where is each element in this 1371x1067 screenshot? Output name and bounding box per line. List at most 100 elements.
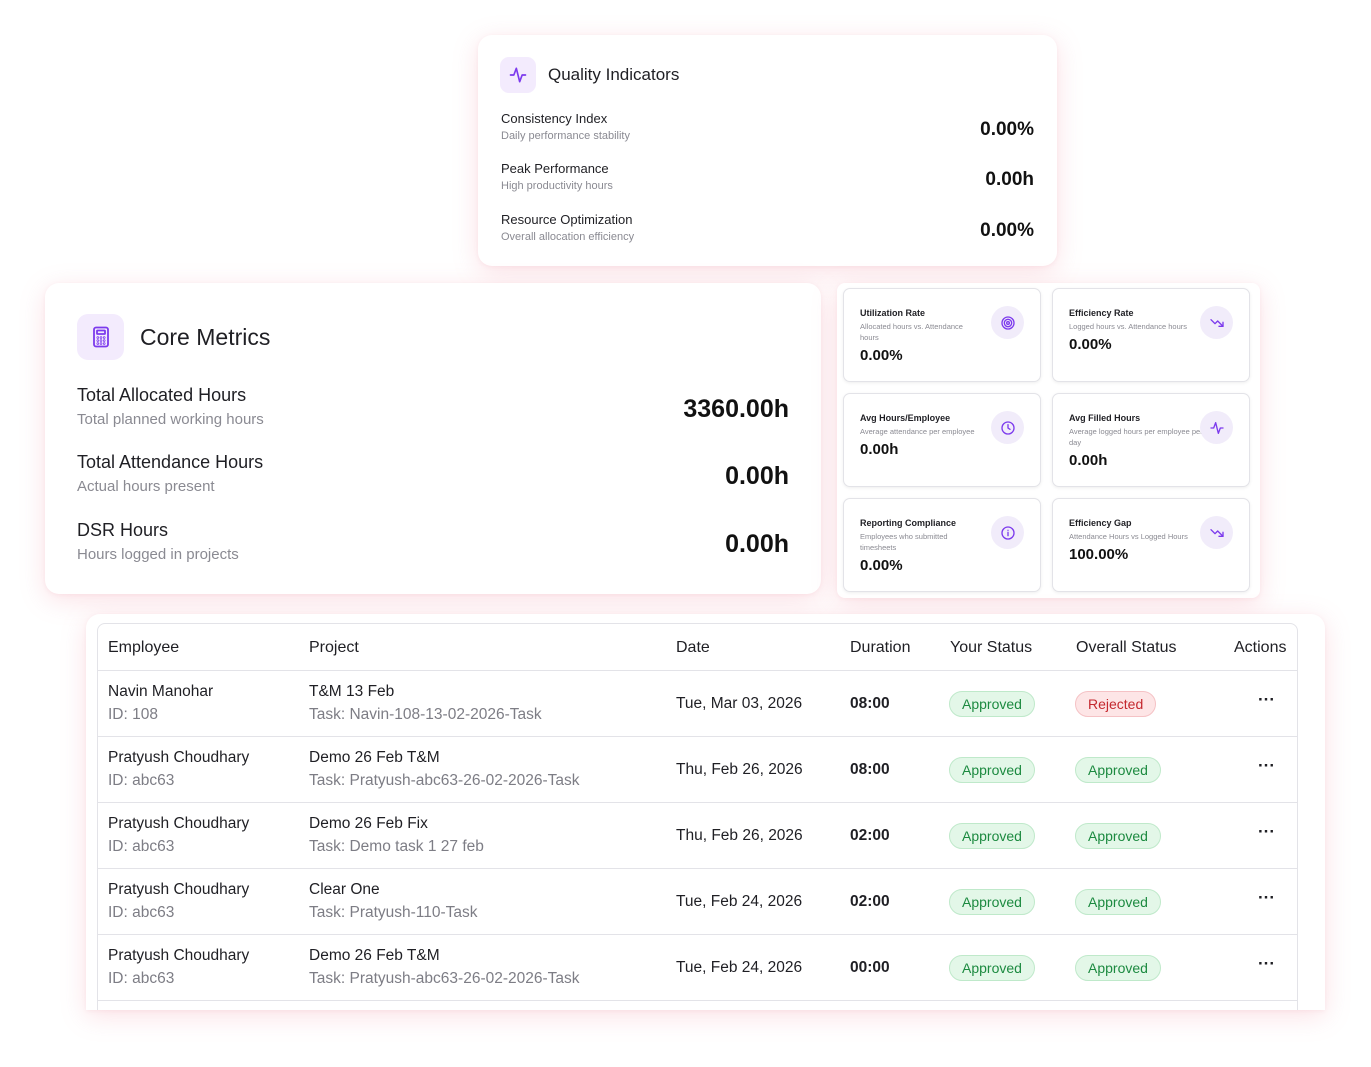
metric-name: Consistency Index (501, 111, 608, 126)
employee-name: Pratyush Choudhary (108, 947, 250, 964)
metric-value: 0.00h (725, 462, 789, 490)
date-cell: Thu, Feb 26, 2026 (676, 761, 803, 778)
quality-indicators-card: Quality Indicators Consistency Index Dai… (478, 35, 1057, 266)
column-header-date[interactable]: Date (676, 639, 710, 657)
your-status-badge: Approved (949, 889, 1035, 915)
metric-desc: Total planned working hours (77, 411, 264, 428)
project-name: Demo 26 Feb T&M (309, 749, 440, 766)
employee-cell: Pratyush Choudhary ID: abc63 (108, 881, 249, 922)
tile-value: 0.00h (860, 441, 899, 458)
table-row[interactable]: Pratyush Choudhary ID: abc63 Demo 26 Feb… (98, 737, 1297, 803)
project-name: Demo 26 Feb Fix (309, 815, 428, 832)
employee-name: Navin Manohar (108, 683, 214, 700)
tile-desc: Average attendance per employee (860, 427, 975, 436)
metric-desc: Daily performance stability (501, 130, 630, 142)
employee-cell: Pratyush Choudhary ID: abc63 (108, 749, 249, 790)
tile-desc: Allocated hours vs. Attendance hours (860, 322, 963, 342)
metric-desc: High productivity hours (501, 180, 613, 192)
metric-name: Total Attendance Hours (77, 452, 264, 472)
tile-desc: Attendance Hours vs Logged Hours (1069, 532, 1188, 541)
project-task: Task: Pratyush-abc63-26-02-2026-Task (309, 772, 580, 789)
metric-desc: Overall allocation efficiency (501, 231, 635, 243)
your-status-badge: Approved (949, 955, 1035, 981)
overall-status-badge: Rejected (1075, 691, 1157, 717)
employee-cell: Pratyush Choudhary ID: abc63 (108, 815, 249, 856)
metric-value: 0.00% (980, 220, 1034, 241)
project-cell: Clear One Task: Pratyush-110-Task (309, 881, 478, 922)
employee-id: ID: abc63 (108, 772, 175, 789)
trending-down-icon (1200, 306, 1233, 339)
project-task: Task: Demo task 1 27 feb (309, 838, 484, 855)
duration-cell: 02:00 (850, 827, 890, 844)
timesheet-table: Employee Project Date Duration Your Stat… (97, 623, 1298, 1010)
clock-icon (991, 411, 1024, 444)
your-status-badge: Approved (949, 691, 1035, 717)
table-row[interactable]: Pratyush Choudhary ID: abc63 Demo 26 Feb… (98, 803, 1297, 869)
column-header-overall-status[interactable]: Overall Status (1076, 639, 1176, 657)
metric-value: 0.00% (980, 119, 1034, 140)
activity-icon (1200, 411, 1233, 444)
table-row[interactable]: Pratyush Choudhary ID: abc63 Clear One T… (98, 869, 1297, 935)
core-row-attendance: Total Attendance Hours Actual hours pres… (77, 452, 789, 500)
column-header-duration[interactable]: Duration (850, 639, 910, 657)
tile-value: 100.00% (1069, 546, 1129, 563)
metric-value: 3360.00h (683, 395, 789, 423)
core-metrics-card: Core Metrics Total Allocated Hours Total… (45, 283, 821, 594)
overall-status-badge: Approved (1075, 889, 1161, 915)
column-header-employee[interactable]: Employee (108, 639, 179, 657)
table-row[interactable]: Navin Manohar ID: 108 T&M 13 Feb Task: N… (98, 671, 1297, 737)
tile-utilization-rate: Utilization Rate Allocated hours vs. Att… (843, 288, 1041, 382)
tile-value: 0.00% (1069, 336, 1112, 353)
tile-value: 0.00% (860, 347, 903, 364)
timesheet-table-card: Employee Project Date Duration Your Stat… (86, 614, 1325, 1010)
tile-desc: Logged hours vs. Attendance hours (1069, 322, 1188, 331)
employee-name: Pratyush Choudhary (108, 815, 250, 832)
target-icon (991, 306, 1024, 339)
quality-indicators-header: Quality Indicators (500, 57, 679, 93)
info-icon (991, 516, 1024, 549)
metric-desc: Hours logged in projects (77, 546, 239, 563)
more-actions-icon[interactable]: ··· (1258, 954, 1275, 974)
project-name: Demo 26 Feb T&M (309, 947, 440, 964)
more-actions-icon[interactable]: ··· (1258, 690, 1275, 710)
overall-status-badge: Approved (1075, 955, 1161, 981)
project-cell: Demo 26 Feb T&M Task: Pratyush-abc63-26-… (309, 749, 580, 790)
quality-indicators-title: Quality Indicators (548, 65, 680, 84)
tile-avg-hours-employee: Avg Hours/Employee Average attendance pe… (843, 393, 1041, 487)
tile-desc: Average logged hours per employee per da… (1069, 427, 1203, 447)
tile-name: Efficiency Rate (1069, 308, 1134, 318)
more-actions-icon[interactable]: ··· (1258, 888, 1275, 908)
metric-value: 0.00h (985, 169, 1034, 190)
your-status-badge: Approved (949, 757, 1035, 783)
tile-efficiency-rate: Efficiency Rate Logged hours vs. Attenda… (1052, 288, 1250, 382)
project-cell: Demo 26 Feb T&M Task: Pratyush-abc63-26-… (309, 947, 580, 988)
column-header-your-status[interactable]: Your Status (950, 639, 1032, 657)
metric-desc: Actual hours present (77, 478, 215, 495)
core-metrics-title: Core Metrics (140, 323, 271, 350)
date-cell: Tue, Mar 03, 2026 (676, 695, 803, 712)
tile-efficiency-gap: Efficiency Gap Attendance Hours vs Logge… (1052, 498, 1250, 592)
tile-name: Efficiency Gap (1069, 518, 1132, 528)
employee-id: ID: abc63 (108, 838, 175, 855)
project-name: T&M 13 Feb (309, 683, 395, 700)
metric-name: Resource Optimization (501, 212, 633, 227)
core-row-dsr: DSR Hours Hours logged in projects 0.00h (77, 520, 789, 568)
more-actions-icon[interactable]: ··· (1258, 822, 1275, 842)
column-header-project[interactable]: Project (309, 639, 359, 657)
trending-down-icon (1200, 516, 1233, 549)
metric-name: Peak Performance (501, 161, 609, 176)
more-actions-icon[interactable]: ··· (1258, 756, 1275, 776)
core-metrics-header: Core Metrics (77, 314, 270, 360)
project-cell: Demo 26 Feb Fix Task: Demo task 1 27 feb (309, 815, 484, 856)
date-cell: Tue, Feb 24, 2026 (676, 893, 803, 910)
quality-row-consistency: Consistency Index Daily performance stab… (501, 111, 1034, 151)
tile-reporting-compliance: Reporting Compliance Employees who submi… (843, 498, 1041, 592)
table-row[interactable]: Pratyush Choudhary ID: abc63 Demo 26 Feb… (98, 935, 1297, 1001)
duration-cell: 02:00 (850, 893, 890, 910)
metric-value: 0.00h (725, 530, 789, 558)
tile-name: Utilization Rate (860, 308, 926, 318)
tile-value: 0.00% (860, 557, 903, 574)
column-header-actions: Actions (1234, 639, 1287, 656)
tile-name: Avg Filled Hours (1069, 413, 1141, 423)
tile-desc: Employees who submitted timesheets (860, 532, 948, 552)
